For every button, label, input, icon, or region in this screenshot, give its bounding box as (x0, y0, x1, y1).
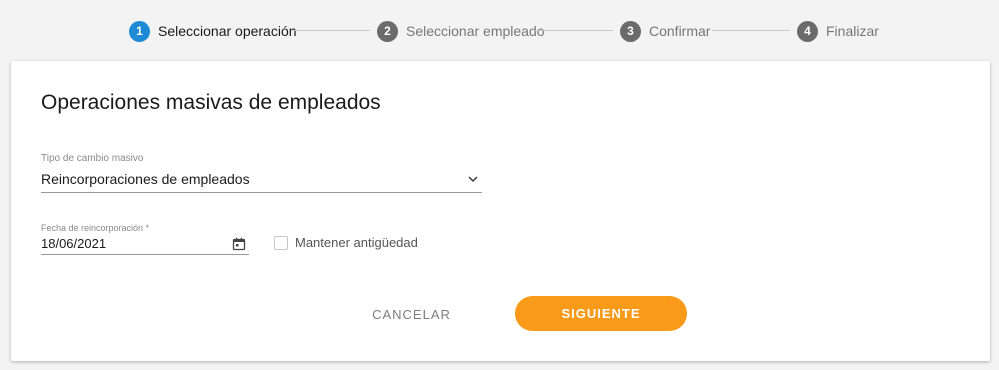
change-type-select[interactable]: Reincorporaciones de empleados (41, 165, 482, 193)
step-connector (712, 30, 790, 31)
page-title: Operaciones masivas de empleados (41, 91, 381, 114)
rejoin-date-input[interactable]: 18/06/2021 (41, 233, 249, 255)
step-1[interactable]: 1 Seleccionar operación (129, 20, 297, 42)
step-1-number: 1 (129, 20, 150, 42)
rejoin-date-label: Fecha de reincorporación * (41, 223, 150, 233)
keep-seniority-label: Mantener antigüedad (295, 235, 418, 250)
change-type-label: Tipo de cambio masivo (41, 153, 144, 164)
next-button[interactable]: SIGUIENTE (515, 296, 687, 331)
form-card: Operaciones masivas de empleados Tipo de… (11, 61, 990, 361)
cancel-button[interactable]: CANCELAR (346, 298, 477, 331)
step-3[interactable]: 3 Confirmar (620, 20, 710, 42)
step-connector (535, 30, 613, 31)
rejoin-date-value: 18/06/2021 (41, 236, 107, 251)
step-2-label: Seleccionar empleado (406, 23, 545, 39)
keep-seniority-option[interactable]: Mantener antigüedad (274, 235, 418, 250)
step-2-number: 2 (377, 20, 398, 42)
step-3-number: 3 (620, 20, 641, 42)
step-1-label: Seleccionar operación (158, 23, 297, 39)
step-4-number: 4 (797, 20, 818, 42)
step-4[interactable]: 4 Finalizar (797, 20, 879, 42)
step-connector (292, 30, 370, 31)
step-3-label: Confirmar (649, 23, 711, 39)
change-type-value: Reincorporaciones de empleados (41, 170, 250, 187)
chevron-down-icon (468, 176, 478, 182)
calendar-icon[interactable] (232, 237, 246, 251)
step-4-label: Finalizar (826, 23, 879, 39)
step-2[interactable]: 2 Seleccionar empleado (377, 20, 545, 42)
stepper: 1 Seleccionar operación 2 Seleccionar em… (0, 0, 999, 60)
keep-seniority-checkbox[interactable] (274, 235, 288, 250)
